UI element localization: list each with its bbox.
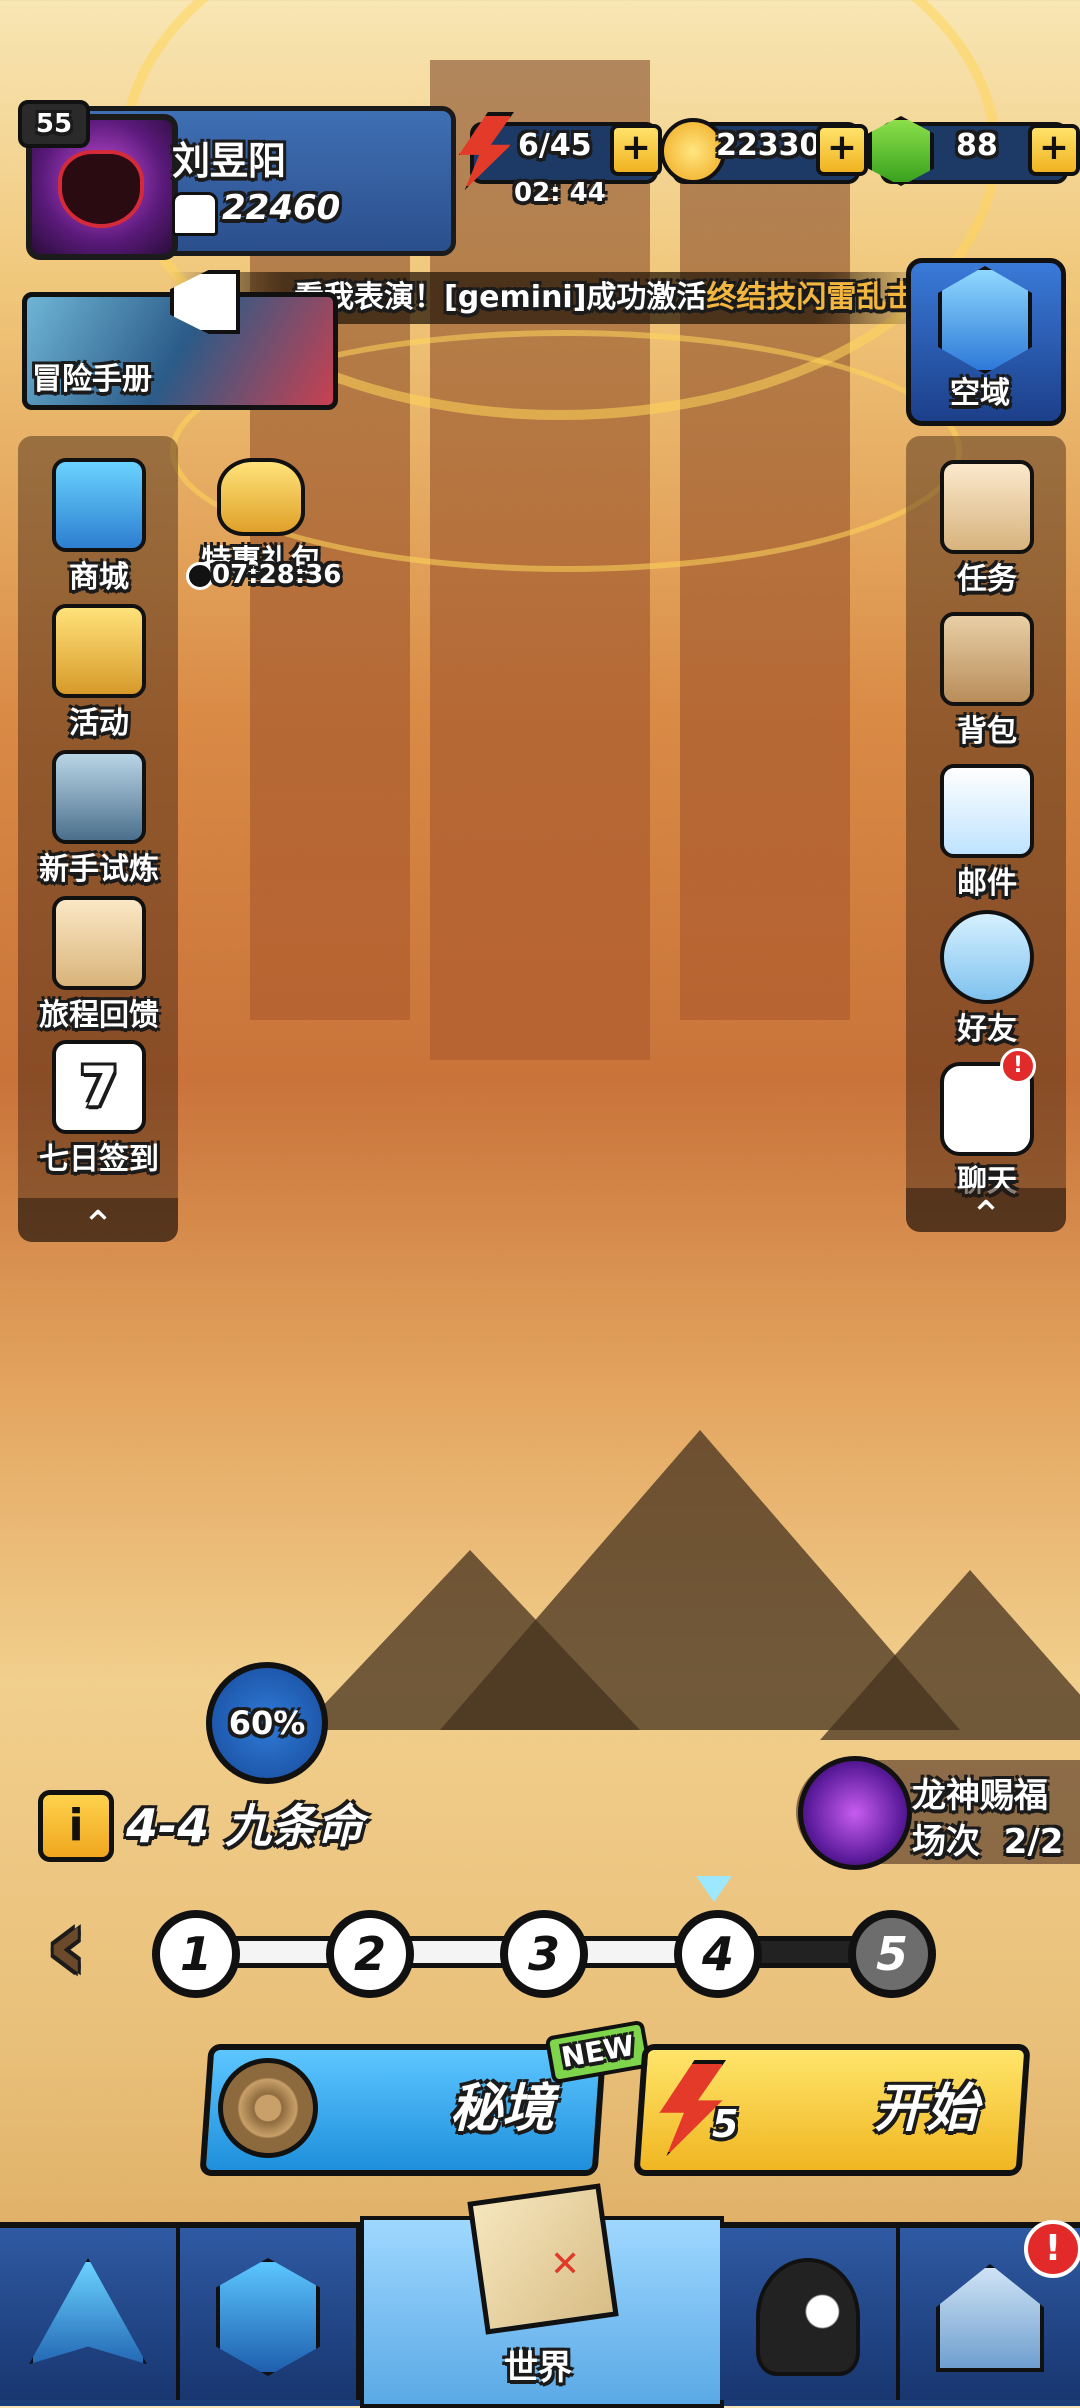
gem-add-button[interactable]: + (1028, 124, 1080, 176)
stage-node-1[interactable]: 1 (152, 1910, 240, 1998)
stage-node-4[interactable]: 4 (674, 1910, 762, 1998)
energy-timer: 02: 44 (514, 178, 606, 208)
stage-back-chevron-icon[interactable]: ‹ (46, 1895, 87, 1995)
menu-item-shop[interactable]: 商城 (24, 458, 174, 596)
backpack-icon (940, 612, 1034, 706)
power-fist-icon (172, 192, 218, 236)
right-collapse-chevron-icon[interactable]: ⌃ (906, 1188, 1066, 1239)
stage-node-5[interactable]: 5 (848, 1910, 936, 1998)
treasure-chest-icon (52, 458, 146, 552)
menu-item-backpack[interactable]: 背包 (912, 612, 1062, 750)
hex-emblem-icon (216, 2258, 320, 2376)
house-icon (936, 2264, 1044, 2372)
menu-label-friends: 好友 (957, 1012, 1017, 1047)
dragon-blessing-count: 场次 2/2 (912, 1822, 1064, 1862)
current-stage-marker-icon (696, 1876, 732, 1902)
treasure-map-icon (467, 2183, 619, 2335)
menu-item-chat[interactable]: 聊天 (912, 1062, 1062, 1200)
adventure-book-label: 冒险手册 (32, 362, 152, 397)
menu-item-friends[interactable]: 好友 (912, 910, 1062, 1048)
skull-orb-icon (798, 1756, 912, 1870)
menu-item-journey-rewards[interactable]: 旅程回馈 (24, 896, 174, 1034)
player-name: 刘昱阳 (172, 139, 287, 183)
menu-item-seven-day-checkin[interactable]: 7 七日签到 (24, 1040, 174, 1178)
chat-notification-badge: ! (1000, 1048, 1036, 1084)
nav-tab-guild[interactable] (180, 2228, 360, 2400)
character-duo-icon (756, 2258, 860, 2376)
friends-icon (940, 910, 1034, 1004)
clipboard-icon (52, 896, 146, 990)
target-dart-icon (218, 2058, 318, 2158)
menu-label-backpack: 背包 (957, 714, 1017, 749)
left-collapse-chevron-icon[interactable]: ⌃ (18, 1198, 178, 1249)
stage-info-button[interactable]: i (38, 1790, 114, 1862)
calendar-day: 7 (80, 1055, 118, 1118)
player-power: 22460 (222, 188, 341, 228)
shield-icon (52, 750, 146, 844)
announcement-highlight: 终结技闪雷乱击 (706, 280, 917, 315)
new-tag-badge: NEW (544, 2019, 652, 2085)
gem-count: 88 (956, 128, 998, 163)
stage-node-3[interactable]: 3 (500, 1910, 588, 1998)
menu-label-seven-day-checkin: 七日签到 (39, 1142, 159, 1177)
space-domain-label: 空域 (950, 376, 1010, 411)
gold-count: 22330 (716, 128, 821, 163)
menu-label-journey-rewards: 旅程回馈 (39, 998, 159, 1033)
stage-progress-badge: 60% (206, 1662, 328, 1784)
energy-add-button[interactable]: + (610, 124, 662, 176)
nav-tab-heroes[interactable] (0, 2228, 180, 2400)
clock-icon (186, 562, 214, 590)
menu-item-tasks[interactable]: 任务 (912, 460, 1062, 598)
menu-item-mail[interactable]: 邮件 (912, 764, 1062, 902)
secret-realm-label: 秘境 (450, 2079, 555, 2139)
calendar-icon: 7 (52, 1040, 146, 1134)
start-energy-cost: 5 (712, 2102, 739, 2146)
energy-count: 6/45 (518, 128, 592, 163)
nav-tab-characters[interactable] (720, 2228, 900, 2400)
money-bag-icon (217, 458, 305, 536)
menu-item-newbie-trial[interactable]: 新手试炼 (24, 750, 174, 888)
menu-item-events[interactable]: 活动 (24, 604, 174, 742)
menu-label-shop: 商城 (69, 560, 129, 595)
mail-icon (940, 764, 1034, 858)
menu-label-events: 活动 (69, 706, 129, 741)
announcement-text: 看我表演！[gemini]成功激活 (294, 280, 707, 315)
stage-node-2[interactable]: 2 (326, 1910, 414, 1998)
crystal-helmet-icon (29, 2258, 147, 2365)
gift-box-icon (52, 604, 146, 698)
dragon-blessing-title: 龙神赐福 (912, 1776, 1048, 1816)
stage-name: 4-4 九条命 (126, 1799, 364, 1853)
special-pack-timer: 07:28:36 (212, 560, 342, 590)
avatar-mask-icon (58, 150, 144, 228)
scroll-icon (940, 460, 1034, 554)
nav-notification-badge: ! (1024, 2220, 1080, 2278)
menu-label-newbie-trial: 新手试炼 (39, 852, 159, 887)
player-level-badge: 55 (18, 100, 90, 148)
menu-label-mail: 邮件 (957, 866, 1017, 901)
menu-label-tasks: 任务 (957, 562, 1017, 597)
start-label: 开始 (874, 2079, 979, 2139)
background-pyramid-left (300, 1550, 640, 1730)
background-pyramid-right (820, 1570, 1080, 1740)
map-x-mark: ✕ (550, 2244, 581, 2285)
gold-add-button[interactable]: + (816, 124, 868, 176)
nav-world-label: 世界 (504, 2348, 572, 2388)
